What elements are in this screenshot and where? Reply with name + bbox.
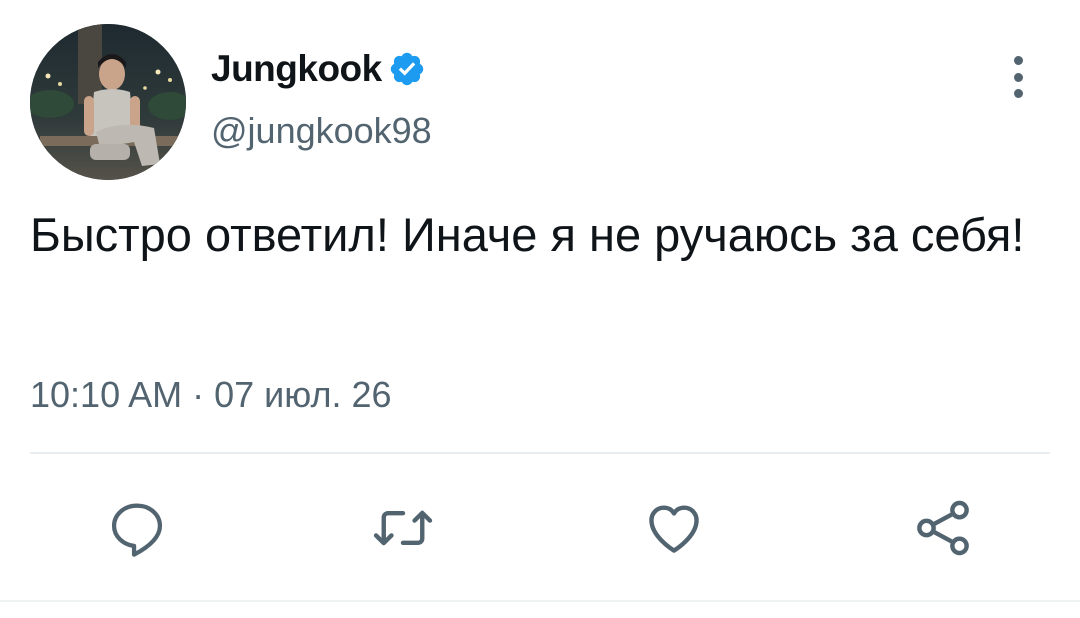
tweet-card: Jungkook @jungkook98 Быстро ответил! Ина… <box>0 0 1080 618</box>
retweet-button[interactable] <box>363 488 443 568</box>
retweet-icon <box>373 510 433 546</box>
tweet-timestamp[interactable]: 10:10 AM · 07 июл. 26 <box>30 374 392 416</box>
divider <box>30 452 1050 454</box>
avatar[interactable] <box>30 24 186 180</box>
reply-button[interactable] <box>97 488 177 568</box>
more-dot-icon <box>1013 89 1023 98</box>
reply-icon <box>111 503 163 557</box>
like-button[interactable] <box>634 488 714 568</box>
author-display-name[interactable]: Jungkook <box>211 48 382 90</box>
like-icon <box>649 505 699 553</box>
avatar-photo <box>30 24 186 180</box>
tweet-text: Быстро ответил! Иначе я не ручаюсь за се… <box>30 208 1025 261</box>
verified-badge-icon <box>388 50 426 88</box>
share-icon <box>917 500 969 556</box>
more-options-button[interactable] <box>998 52 1038 102</box>
share-button[interactable] <box>903 488 983 568</box>
bottom-divider <box>0 600 1080 602</box>
more-dot-icon <box>1013 56 1023 65</box>
more-dot-icon <box>1013 72 1023 82</box>
tweet-actions <box>0 488 1080 568</box>
author-name-row[interactable]: Jungkook <box>211 44 426 94</box>
author-handle[interactable]: @jungkook98 <box>211 110 432 152</box>
